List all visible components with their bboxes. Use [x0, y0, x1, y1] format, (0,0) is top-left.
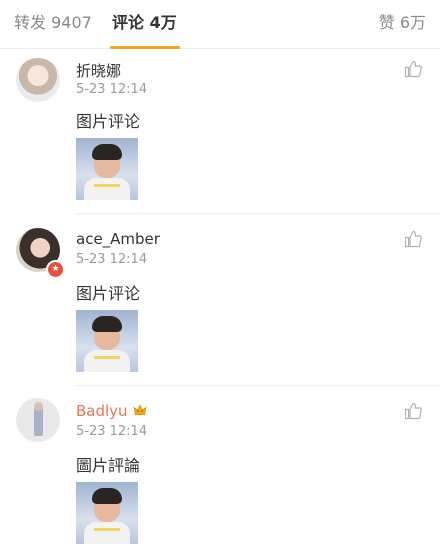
tab-repost[interactable]: 转发 9407: [14, 0, 92, 48]
tab-repost-label: 转发: [14, 13, 47, 32]
tab-comments-label: 评论: [112, 13, 145, 32]
comment-item: Badlyu 5-23 12:14 圖片評論: [0, 386, 440, 553]
comment-text: 图片评论: [76, 284, 141, 303]
comment-item: ★ ace_Amber 5-23 12:14 图片评论: [0, 214, 440, 386]
comment-text: 图片评论: [76, 112, 141, 131]
like-icon[interactable]: [404, 60, 422, 78]
comment-image[interactable]: [76, 310, 138, 372]
comment-username-text: Badlyu: [76, 402, 128, 420]
comment-username[interactable]: ace_Amber: [76, 230, 160, 248]
comment-image-shirt: [84, 350, 130, 372]
comment-item: 折晓娜 5-23 12:14 图片评论: [0, 48, 440, 214]
crown-icon: [133, 404, 147, 415]
comment-image-caption: [94, 528, 120, 531]
comment-image-hair: [92, 316, 122, 332]
comment-time: 5-23 12:14: [76, 82, 148, 97]
comment-time: 5-23 12:14: [76, 252, 148, 267]
avatar-head: [34, 402, 43, 411]
verified-badge-icon: ★: [46, 260, 65, 279]
tab-repost-count: 9407: [51, 13, 92, 32]
tab-comments-count: 4万: [149, 13, 177, 32]
tab-comments[interactable]: 评论 4万: [112, 0, 177, 48]
comment-image-caption: [94, 356, 120, 359]
tab-bar: 转发 9407 评论 4万 赞 6万: [0, 0, 440, 49]
comment-image-shirt: [84, 522, 130, 544]
like-icon[interactable]: [404, 402, 422, 420]
avatar[interactable]: [16, 398, 60, 442]
tab-likes-count: 6万: [399, 13, 426, 32]
comment-image[interactable]: [76, 138, 138, 200]
comment-time: 5-23 12:14: [76, 424, 148, 439]
avatar[interactable]: [16, 58, 60, 102]
comment-image-hair: [92, 144, 122, 160]
comment-username[interactable]: Badlyu: [76, 402, 148, 420]
tab-likes-label: 赞: [378, 13, 395, 32]
comment-text: 圖片評論: [76, 456, 141, 475]
comment-username[interactable]: 折晓娜: [76, 60, 121, 81]
comment-image-hair: [92, 488, 122, 504]
comment-image[interactable]: [76, 482, 138, 544]
tab-likes[interactable]: 赞 6万: [379, 0, 426, 48]
comment-image-caption: [94, 184, 120, 187]
like-icon[interactable]: [404, 230, 422, 248]
comment-image-shirt: [84, 178, 130, 200]
